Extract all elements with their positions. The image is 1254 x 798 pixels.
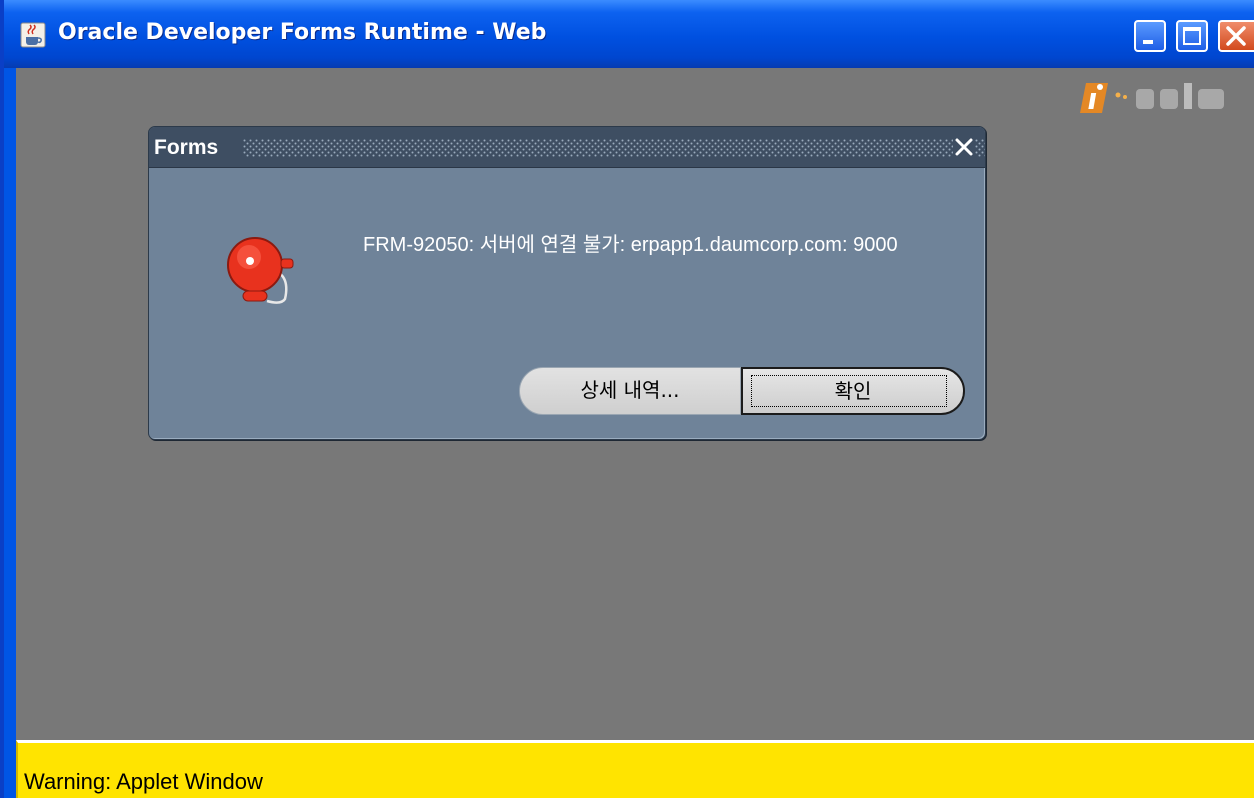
error-message: FRM-92050: 서버에 연결 불가: erpapp1.daumcorp.c…: [363, 234, 898, 256]
window-titlebar[interactable]: Oracle Developer Forms Runtime - Web: [4, 0, 1254, 68]
error-dialog: Forms FRM-92050: 서버에 연결 불가: erpapp1.daum…: [148, 126, 986, 440]
details-button-label: 상세 내역...: [580, 378, 680, 402]
applet-warning-bar: Warning: Applet Window: [16, 740, 1254, 798]
minimize-button[interactable]: [1134, 20, 1166, 52]
maximize-button[interactable]: [1176, 20, 1208, 52]
close-icon: [1226, 26, 1246, 46]
applet-warning-text: Warning: Applet Window: [24, 769, 263, 794]
minimize-icon: [1143, 40, 1153, 44]
drag-grip[interactable]: [243, 139, 986, 157]
ok-button[interactable]: 확인: [741, 367, 965, 415]
alarm-bell-icon: [225, 231, 295, 307]
app-window: Oracle Developer Forms Runtime - Web For…: [0, 0, 1254, 798]
window-title: Oracle Developer Forms Runtime - Web: [58, 20, 547, 45]
dialog-title: Forms: [154, 136, 219, 159]
window-close-button[interactable]: [1218, 20, 1254, 52]
dialog-titlebar[interactable]: Forms: [149, 127, 985, 168]
details-button[interactable]: 상세 내역...: [519, 367, 741, 415]
ok-button-label: 확인: [834, 379, 872, 403]
dialog-close-icon[interactable]: [953, 136, 975, 158]
maximize-icon: [1183, 27, 1201, 45]
brand-logo: [1080, 77, 1254, 121]
java-coffee-icon[interactable]: [20, 22, 46, 48]
